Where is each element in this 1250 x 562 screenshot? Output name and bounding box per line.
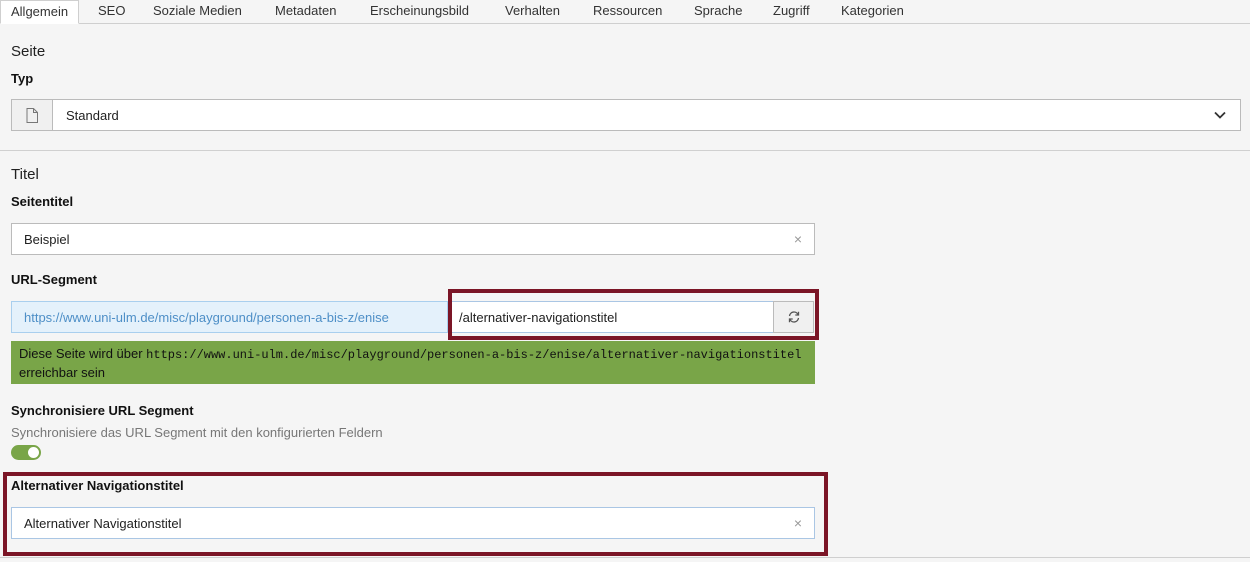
clear-icon[interactable]: × [794, 231, 802, 247]
page-icon [26, 107, 38, 123]
seitentitel-value: Beispiel [24, 232, 70, 247]
url-info-message: Diese Seite wird über https://www.uni-ul… [11, 341, 815, 384]
sync-toggle[interactable] [11, 445, 41, 460]
tab-allgemein[interactable]: Allgemein [0, 0, 80, 24]
clear-icon[interactable]: × [794, 515, 802, 531]
sync-label: Synchronisiere URL Segment [11, 403, 194, 418]
bottom-divider [0, 557, 1250, 558]
seitentitel-label: Seitentitel [11, 194, 74, 209]
typ-select-value: Standard [66, 108, 119, 123]
typ-select[interactable]: Standard [11, 99, 1241, 131]
page-icon-box [12, 100, 53, 130]
url-prefix: https://www.uni-ulm.de/misc/playground/p… [11, 301, 448, 333]
highlight-url-segment [448, 289, 819, 340]
url-info-prefix: Diese Seite wird über [19, 346, 147, 361]
tab-bar: Allgemein SEO Soziale Medien Metadaten E… [0, 0, 1250, 24]
seitentitel-input[interactable]: Beispiel × [11, 223, 815, 255]
toggle-knob [28, 447, 39, 458]
nav-title-value: Alternativer Navigationstitel [24, 516, 182, 531]
tab-metadaten[interactable]: Metadaten [265, 0, 346, 24]
tab-sprache[interactable]: Sprache [684, 0, 752, 24]
tab-ressourcen[interactable]: Ressourcen [583, 0, 672, 24]
typ-label: Typ [11, 71, 34, 86]
section-title-titel: Titel [11, 166, 39, 183]
url-info-code: https://www.uni-ulm.de/misc/playground/p… [146, 348, 802, 362]
chevron-down-icon [1214, 111, 1226, 119]
section-divider [0, 150, 1250, 151]
url-info-suffix: erreichbar sein [19, 365, 105, 380]
tab-soziale-medien[interactable]: Soziale Medien [143, 0, 252, 24]
tab-seo[interactable]: SEO [88, 0, 135, 24]
section-title-seite: Seite [11, 43, 46, 60]
tab-zugriff[interactable]: Zugriff [763, 0, 820, 24]
tab-kategorien[interactable]: Kategorien [831, 0, 914, 24]
tab-erscheinungsbild[interactable]: Erscheinungsbild [360, 0, 479, 24]
url-segment-label: URL-Segment [11, 272, 97, 287]
sync-description: Synchronisiere das URL Segment mit den k… [11, 425, 383, 440]
tab-verhalten[interactable]: Verhalten [495, 0, 570, 24]
nav-title-label: Alternativer Navigationstitel [11, 478, 184, 493]
nav-title-input[interactable]: Alternativer Navigationstitel × [11, 507, 815, 539]
